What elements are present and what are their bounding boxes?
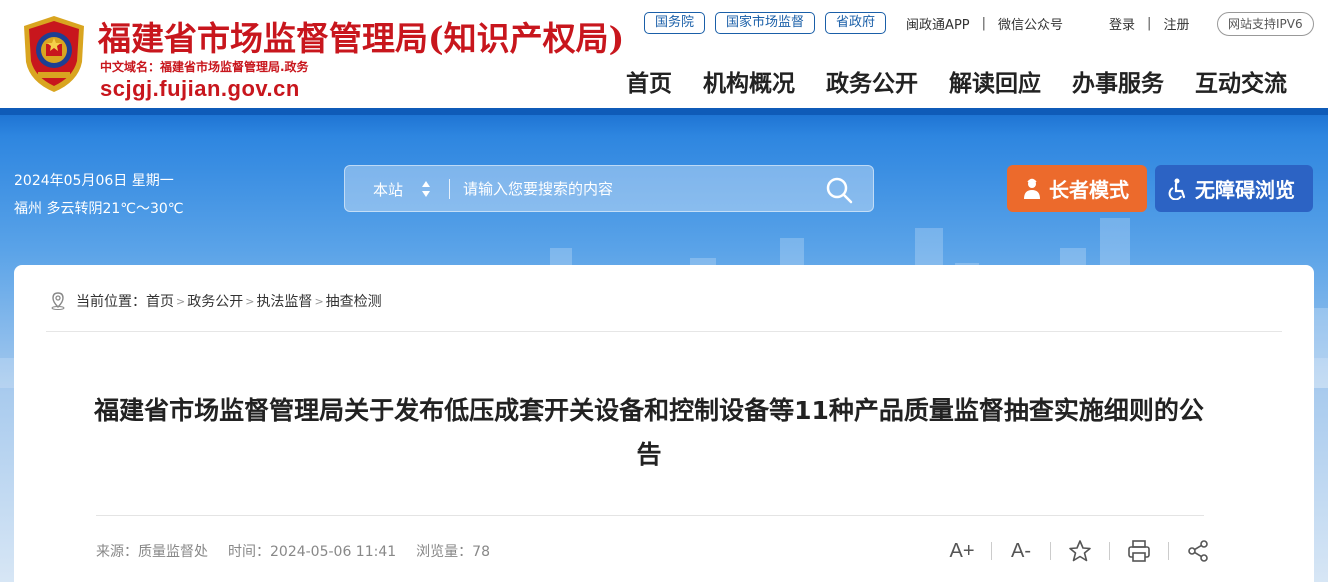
search-icon[interactable] xyxy=(825,176,853,204)
search-scope-select[interactable]: 本站 xyxy=(373,179,403,200)
nav-interaction[interactable]: 互动交流 xyxy=(1195,64,1287,98)
samr-link[interactable]: 国家市场监督 xyxy=(715,12,816,34)
divider xyxy=(449,179,450,199)
share-icon[interactable] xyxy=(1186,539,1210,563)
article-source: 来源：质量监督处 xyxy=(96,544,208,560)
ipv6-badge: 网站支持IPV6 xyxy=(1217,12,1314,36)
breadcrumb-public-affairs[interactable]: 政务公开 xyxy=(187,291,243,311)
elder-mode-label: 长者模式 xyxy=(1049,178,1129,202)
main-nav: 首页 机构概况 政务公开 解读回应 办事服务 互动交流 xyxy=(626,64,1287,98)
accessibility-button[interactable]: 无障碍浏览 xyxy=(1155,165,1313,212)
divider xyxy=(991,542,992,560)
print-icon[interactable] xyxy=(1127,539,1151,563)
nav-interpretation[interactable]: 解读回应 xyxy=(949,64,1041,98)
divider: | xyxy=(1147,15,1152,31)
top-links: 国务院 国家市场监督 省政府 闽政通APP | 微信公众号 登录 | 注册 xyxy=(644,12,1189,34)
elder-person-icon xyxy=(1024,178,1040,199)
star-icon[interactable] xyxy=(1068,539,1092,563)
current-date: 2024年05月06日 星期一 xyxy=(14,173,174,189)
article-tools: A+ A- xyxy=(949,539,1210,563)
search-input[interactable] xyxy=(463,176,803,202)
register-link[interactable]: 注册 xyxy=(1163,14,1189,33)
banner-top-stripe xyxy=(0,108,1328,115)
divider xyxy=(1050,542,1051,560)
article-views: 浏览量：78 xyxy=(416,544,490,560)
divider xyxy=(1168,542,1169,560)
wheelchair-icon xyxy=(1168,178,1186,200)
weather-info: 福州 多云转阴21℃～30℃ xyxy=(14,201,184,217)
breadcrumb-prefix: 当前位置： xyxy=(76,294,146,310)
divider xyxy=(1109,542,1110,560)
chinese-domain-name: 中文域名：福建省市场监督管理局.政务 xyxy=(100,60,309,74)
location-pin-icon xyxy=(51,292,65,310)
font-decrease-icon[interactable]: A- xyxy=(1009,539,1033,563)
article-title: 福建省市场监督管理局关于发布低压成套开关设备和控制设备等11种产品质量监督抽查实… xyxy=(94,396,1204,469)
site-header: 福建省市场监督管理局(知识产权局) 中文域名：福建省市场监督管理局.政务 scj… xyxy=(0,0,1328,108)
sort-arrows-icon[interactable] xyxy=(421,180,431,198)
site-title[interactable]: 福建省市场监督管理局(知识产权局) xyxy=(98,12,624,60)
login-link[interactable]: 登录 xyxy=(1109,14,1135,33)
chevron-right-icon: > xyxy=(314,294,324,308)
nav-home[interactable]: 首页 xyxy=(626,64,672,98)
accessibility-label: 无障碍浏览 xyxy=(1195,178,1295,202)
app-link[interactable]: 闽政通APP xyxy=(906,14,970,33)
breadcrumb: 当前位置： 首页 > 政务公开 > 执法监督 > 抽查检测 xyxy=(50,291,382,311)
article-time: 时间：2024-05-06 11:41 xyxy=(228,544,397,560)
divider xyxy=(46,331,1282,332)
provincial-gov-link[interactable]: 省政府 xyxy=(825,12,887,34)
search-bar: 本站 xyxy=(344,165,874,212)
elder-mode-button[interactable]: 长者模式 xyxy=(1007,165,1147,212)
wechat-link[interactable]: 微信公众号 xyxy=(998,14,1063,33)
chevron-right-icon: > xyxy=(176,294,186,308)
breadcrumb-home[interactable]: 首页 xyxy=(146,291,174,311)
state-council-link[interactable]: 国务院 xyxy=(644,12,706,34)
font-increase-icon[interactable]: A+ xyxy=(949,539,974,563)
breadcrumb-enforcement[interactable]: 执法监督 xyxy=(256,291,312,311)
chevron-right-icon: > xyxy=(245,294,255,308)
content-card: 当前位置： 首页 > 政务公开 > 执法监督 > 抽查检测 福建省市场监督管理局… xyxy=(14,265,1314,582)
divider xyxy=(96,515,1204,516)
article-meta: 来源：质量监督处 时间：2024-05-06 11:41 浏览量：78 xyxy=(96,541,510,561)
nav-public-affairs[interactable]: 政务公开 xyxy=(826,64,918,98)
english-domain-name: scjgj.fujian.gov.cn xyxy=(100,76,300,101)
nav-organization[interactable]: 机构概况 xyxy=(703,64,795,98)
nav-services[interactable]: 办事服务 xyxy=(1072,64,1164,98)
breadcrumb-inspection[interactable]: 抽查检测 xyxy=(326,291,382,311)
divider: | xyxy=(981,15,987,31)
police-emblem-logo xyxy=(24,16,84,92)
